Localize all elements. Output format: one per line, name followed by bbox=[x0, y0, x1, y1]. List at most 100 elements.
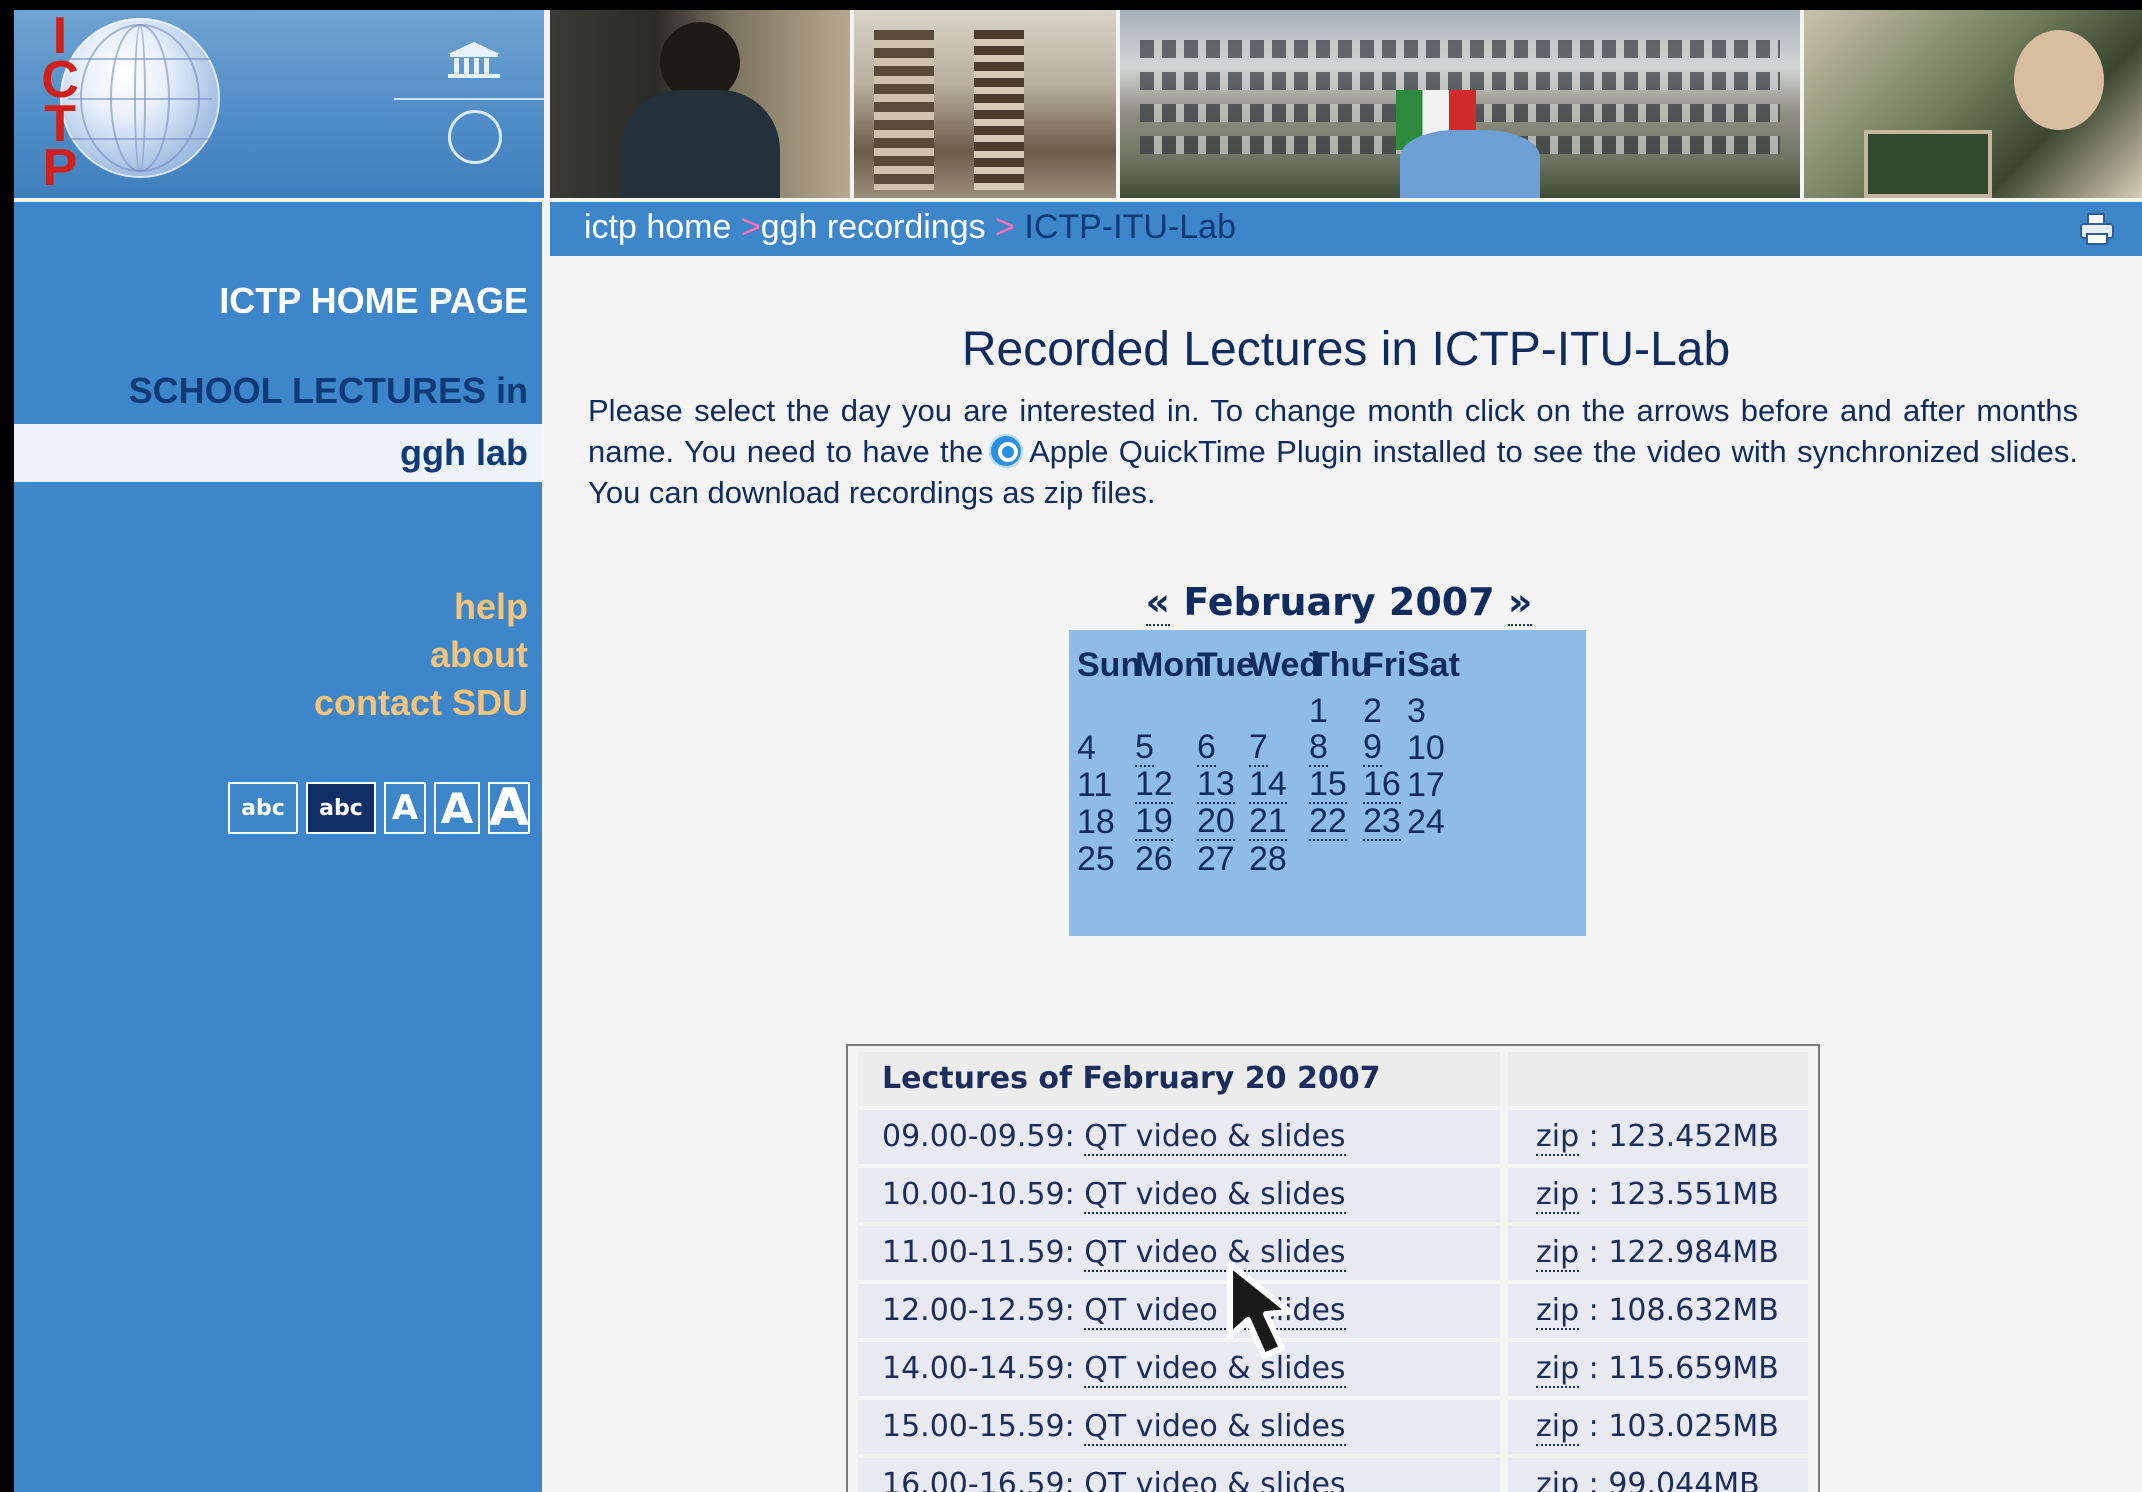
zip-file-size: : 123.551MB bbox=[1588, 1177, 1779, 1212]
zip-download-link[interactable]: zip bbox=[1536, 1177, 1580, 1214]
lecture-time-cell: 14.00-14.59: QT video & slides bbox=[858, 1342, 1500, 1396]
weekday-sat: Sat bbox=[1407, 646, 1460, 684]
calendar-day-7[interactable]: 7 bbox=[1249, 729, 1268, 767]
calendar-day-25: 25 bbox=[1077, 840, 1115, 878]
calendar-day-26: 26 bbox=[1135, 840, 1173, 878]
calendar-day-5[interactable]: 5 bbox=[1135, 729, 1154, 767]
calendar-day-13[interactable]: 13 bbox=[1197, 766, 1235, 804]
zip-download-link[interactable]: zip bbox=[1536, 1409, 1580, 1446]
quicktime-icon[interactable] bbox=[989, 434, 1024, 468]
lecture-zip-cell: zip : 123.551MB bbox=[1508, 1168, 1808, 1222]
breadcrumb-bar: ictp home >ggh recordings > ICTP-ITU-Lab bbox=[550, 202, 2142, 256]
about-link[interactable]: about bbox=[430, 634, 528, 676]
ggh-lab-label: ggh lab bbox=[400, 432, 528, 473]
unesco-icon bbox=[448, 42, 500, 78]
banner-photo-technician bbox=[550, 10, 850, 198]
ictp-home-page-link[interactable]: ICTP HOME PAGE bbox=[219, 280, 528, 322]
calendar-day-27: 27 bbox=[1197, 840, 1235, 878]
calendar-day-19[interactable]: 19 bbox=[1135, 803, 1173, 841]
lecture-zip-cell: zip : 99.044MB bbox=[1508, 1458, 1808, 1492]
print-icon[interactable] bbox=[2078, 212, 2116, 246]
qt-video-slides-link[interactable]: QT video & slides bbox=[1084, 1177, 1346, 1214]
breadcrumb: ictp home >ggh recordings > ICTP-ITU-Lab bbox=[584, 208, 1236, 247]
zip-file-size: : 99.044MB bbox=[1588, 1467, 1760, 1492]
calendar-day-10: 10 bbox=[1407, 729, 1445, 767]
breadcrumb-separator: > bbox=[740, 208, 761, 246]
calendar-day-16[interactable]: 16 bbox=[1363, 766, 1401, 804]
zip-download-link[interactable]: zip bbox=[1536, 1119, 1580, 1156]
calendar-day-12[interactable]: 12 bbox=[1135, 766, 1173, 804]
calendar-month-label: February 2007 bbox=[1183, 580, 1495, 624]
calendar-day-28: 28 bbox=[1249, 840, 1287, 878]
zip-download-link[interactable]: zip bbox=[1536, 1293, 1580, 1330]
lecture-time-cell: 12.00-12.59: QT video & slides bbox=[858, 1284, 1500, 1338]
table-row: 10.00-10.59: QT video & slides zip : 123.… bbox=[858, 1168, 1810, 1222]
zip-file-size: : 123.452MB bbox=[1588, 1119, 1779, 1154]
calendar-grid: Sun Mon Tue Wed Thu Fri Sat 1 2 3 4 5 6 7 8 9 10 11 12 13 14… bbox=[1069, 630, 1586, 936]
calendar-day-6[interactable]: 6 bbox=[1197, 729, 1216, 767]
calendar-day-14[interactable]: 14 bbox=[1249, 766, 1287, 804]
contact-sdu-link[interactable]: contact SDU bbox=[314, 682, 528, 724]
font-size-small-button[interactable]: A bbox=[384, 782, 426, 834]
lecture-zip-cell: zip : 103.025MB bbox=[1508, 1400, 1808, 1454]
zip-download-link[interactable]: zip bbox=[1536, 1351, 1580, 1388]
lecture-time: 11.00-11.59: bbox=[882, 1235, 1075, 1270]
calendar-day-22[interactable]: 22 bbox=[1309, 803, 1347, 841]
lecture-time-cell: 16.00-16.59: QT video & slides bbox=[858, 1458, 1500, 1492]
calendar-day-21[interactable]: 21 bbox=[1249, 803, 1287, 841]
lecture-zip-cell: zip : 123.452MB bbox=[1508, 1110, 1808, 1164]
prev-month-arrow[interactable]: « bbox=[1145, 580, 1171, 626]
calendar-day-23[interactable]: 23 bbox=[1363, 803, 1401, 841]
left-sidebar: ICTP HOME PAGE SCHOOL LECTURES in ggh la… bbox=[14, 202, 542, 1492]
text-style-dark-label: abc bbox=[319, 795, 363, 821]
lecture-zip-cell: zip : 122.984MB bbox=[1508, 1226, 1808, 1280]
breadcrumb-separator: > bbox=[995, 208, 1015, 246]
table-row: 12.00-12.59: QT video & slides zip : 108.… bbox=[858, 1284, 1810, 1338]
font-size-medium-label: A bbox=[440, 783, 474, 833]
calendar-day-9[interactable]: 9 bbox=[1363, 729, 1382, 767]
lectures-header: Lectures of February 20 2007 bbox=[858, 1052, 1500, 1106]
weekday-mon: Mon bbox=[1135, 646, 1205, 684]
calendar-day-4: 4 bbox=[1077, 729, 1096, 767]
qt-video-slides-link[interactable]: QT video & slides bbox=[1084, 1119, 1346, 1156]
calendar-day-20[interactable]: 20 bbox=[1197, 803, 1235, 841]
header-banner: I C T P bbox=[14, 10, 2142, 198]
qt-video-slides-link[interactable]: QT video & slides bbox=[1084, 1409, 1346, 1446]
calendar-day-8[interactable]: 8 bbox=[1309, 729, 1328, 767]
breadcrumb-ictp-home[interactable]: ictp home bbox=[584, 208, 731, 246]
qt-video-slides-link[interactable]: QT video & slides bbox=[1084, 1467, 1346, 1492]
ictp-logo-icon: I C T P bbox=[41, 10, 79, 197]
table-row: 15.00-15.59: QT video & slides zip : 103.… bbox=[858, 1400, 1810, 1454]
help-link[interactable]: help bbox=[454, 586, 528, 628]
calendar-day-1: 1 bbox=[1309, 692, 1328, 730]
breadcrumb-ggh-recordings[interactable]: ggh recordings bbox=[761, 208, 986, 246]
lecture-time: 14.00-14.59: bbox=[882, 1351, 1075, 1386]
page-title: Recorded Lectures in ICTP-ITU-Lab bbox=[961, 323, 1731, 376]
calendar-day-15[interactable]: 15 bbox=[1309, 766, 1347, 804]
banner-photo-lab bbox=[1804, 10, 2142, 198]
lecture-time: 16.00-16.59: bbox=[882, 1467, 1075, 1492]
logo-divider bbox=[394, 98, 544, 100]
text-style-dark-button[interactable]: abc bbox=[306, 782, 376, 834]
globe-icon bbox=[60, 18, 220, 178]
zip-download-link[interactable]: zip bbox=[1536, 1235, 1580, 1272]
font-size-large-button[interactable]: A bbox=[488, 782, 530, 834]
zip-file-size: : 108.632MB bbox=[1588, 1293, 1779, 1328]
calendar-month-header: « February 2007 » bbox=[1064, 580, 1614, 626]
next-month-arrow[interactable]: » bbox=[1507, 580, 1533, 626]
lecture-time-cell: 15.00-15.59: QT video & slides bbox=[858, 1400, 1500, 1454]
lecture-time: 12.00-12.59: bbox=[882, 1293, 1075, 1328]
mouse-cursor-icon bbox=[1227, 1261, 1293, 1359]
banner-photo-building bbox=[1120, 10, 1800, 198]
lecture-time-cell: 11.00-11.59: QT video & slides bbox=[858, 1226, 1500, 1280]
zip-download-link[interactable]: zip bbox=[1536, 1467, 1580, 1492]
font-size-small-label: A bbox=[391, 788, 419, 828]
lectures-header-row: Lectures of February 20 2007 bbox=[858, 1052, 1810, 1106]
text-style-light-button[interactable]: abc bbox=[228, 782, 298, 834]
calendar-day-24: 24 bbox=[1407, 803, 1445, 841]
zip-file-size: : 115.659MB bbox=[1588, 1351, 1779, 1386]
zip-file-size: : 103.025MB bbox=[1588, 1409, 1779, 1444]
ictp-logo-block[interactable]: I C T P bbox=[14, 10, 544, 198]
font-size-medium-button[interactable]: A bbox=[434, 782, 480, 834]
text-style-light-label: abc bbox=[241, 795, 285, 821]
